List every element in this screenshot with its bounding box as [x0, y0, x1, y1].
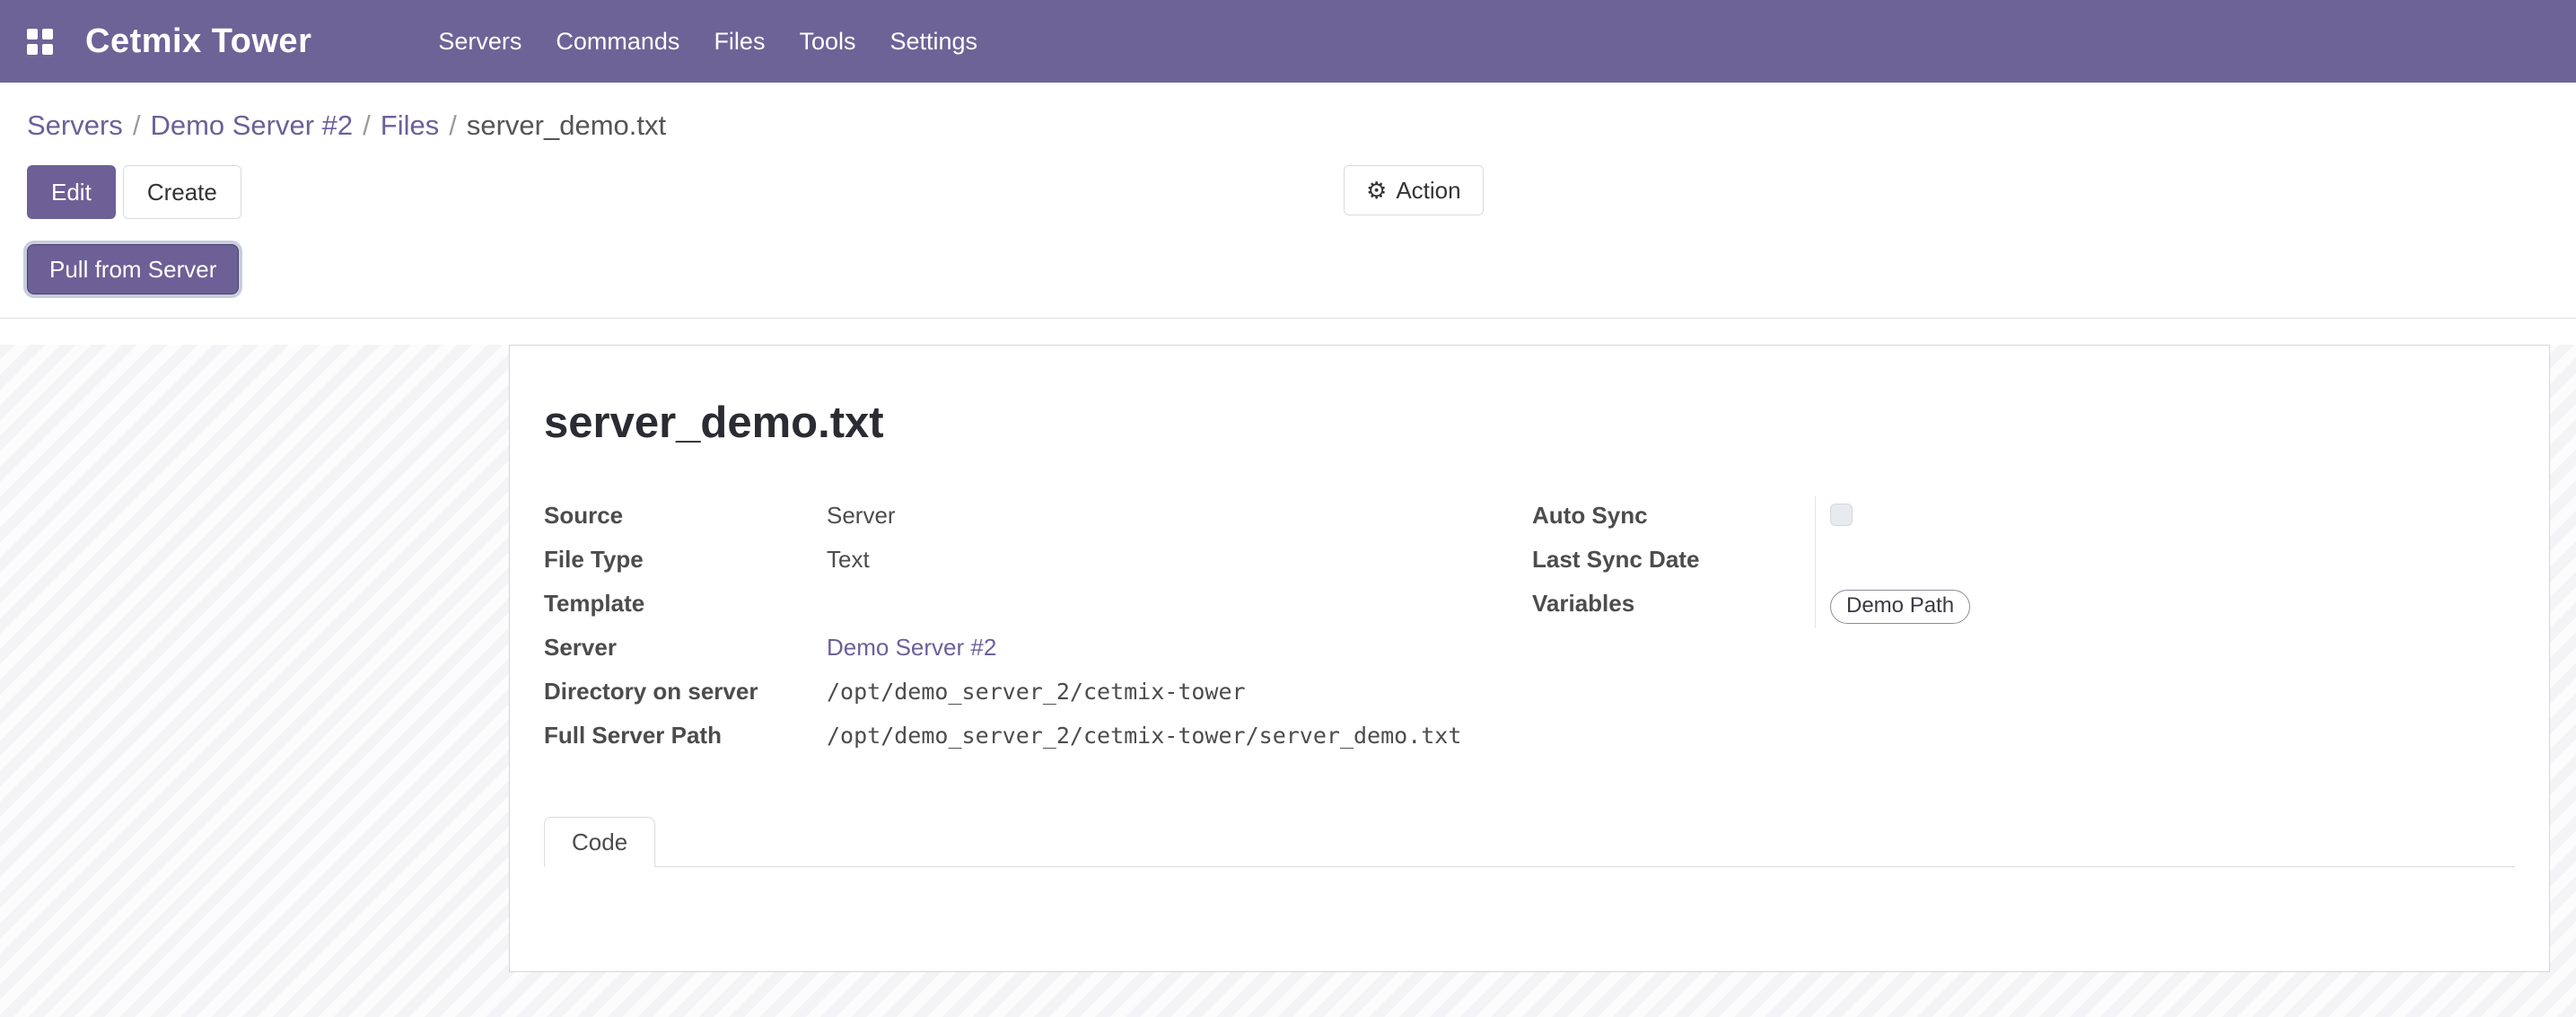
field-label-last-sync-date: Last Sync Date [1532, 540, 1815, 584]
field-row-last-sync-date: Last Sync Date [1532, 540, 2430, 584]
field-row-full-path: Full Server Path /opt/demo_server_2/cetm… [544, 716, 1497, 760]
breadcrumb-current: server_demo.txt [467, 110, 666, 141]
action-button[interactable]: ⚙ Action [1344, 165, 1484, 215]
field-label-template: Template [544, 584, 827, 628]
breadcrumb-separator: / [353, 110, 381, 141]
notebook: Code [544, 816, 2515, 972]
field-group-right: Auto Sync Last Sync Date Variables Demo … [1532, 496, 2430, 628]
notebook-tabs: Code [544, 816, 2515, 867]
field-row-template: Template [544, 584, 1497, 628]
toolbar: Edit Create ⚙ Action [0, 144, 2576, 219]
field-label-file-type: File Type [544, 540, 827, 584]
field-value-source: Server [827, 496, 896, 540]
breadcrumb-separator: / [439, 110, 467, 141]
field-label-auto-sync: Auto Sync [1532, 496, 1815, 540]
menu-settings[interactable]: Settings [872, 21, 994, 63]
menu-files[interactable]: Files [697, 21, 782, 63]
breadcrumb-files[interactable]: Files [381, 110, 439, 141]
breadcrumb-servers[interactable]: Servers [27, 110, 123, 141]
menu-tools[interactable]: Tools [782, 21, 872, 63]
form-background: server_demo.txt Source Server File Type … [0, 345, 2576, 1017]
menu-commands[interactable]: Commands [539, 21, 697, 63]
field-row-variables: Variables Demo Path [1532, 584, 2430, 628]
field-row-directory: Directory on server /opt/demo_server_2/c… [544, 672, 1497, 716]
record-title: server_demo.txt [544, 398, 2515, 448]
action-button-label: Action [1396, 177, 1460, 204]
variable-tag: Demo Path [1830, 590, 1970, 624]
pull-from-server-button[interactable]: Pull from Server [27, 244, 239, 294]
gear-icon: ⚙ [1366, 179, 1387, 202]
form-sheet: server_demo.txt Source Server File Type … [509, 345, 2550, 972]
breadcrumb-demo-server[interactable]: Demo Server #2 [150, 110, 353, 141]
field-value-last-sync-date [1815, 540, 2430, 584]
field-value-auto-sync [1815, 496, 2430, 540]
field-label-directory: Directory on server [544, 672, 827, 716]
main-menu: Servers Commands Files Tools Settings [421, 21, 994, 63]
field-value-full-path: /opt/demo_server_2/cetmix-tower/server_d… [827, 716, 1461, 760]
field-label-variables: Variables [1532, 584, 1815, 628]
server-record-link[interactable]: Demo Server #2 [827, 634, 996, 661]
apps-grid-dot [27, 44, 38, 55]
breadcrumb-separator: / [123, 110, 151, 141]
field-value-directory: /opt/demo_server_2/cetmix-tower [827, 672, 1246, 716]
app-brand[interactable]: Cetmix Tower [85, 22, 311, 61]
tab-code[interactable]: Code [544, 817, 655, 867]
field-label-source: Source [544, 496, 827, 540]
breadcrumb: Servers/Demo Server #2/Files/server_demo… [0, 83, 2576, 144]
field-row-auto-sync: Auto Sync [1532, 496, 2430, 540]
field-group-left: Source Server File Type Text Template Se… [544, 496, 1497, 760]
menu-servers[interactable]: Servers [421, 21, 539, 63]
field-label-server: Server [544, 628, 827, 672]
field-row-source: Source Server [544, 496, 1497, 540]
auto-sync-checkbox [1830, 504, 1853, 526]
field-groups: Source Server File Type Text Template Se… [544, 496, 2515, 760]
field-row-file-type: File Type Text [544, 540, 1497, 584]
apps-grid-dot [42, 44, 53, 55]
top-navbar: Cetmix Tower Servers Commands Files Tool… [0, 0, 2576, 83]
field-value-server: Demo Server #2 [827, 628, 996, 672]
field-row-server: Server Demo Server #2 [544, 628, 1497, 672]
field-value-variables: Demo Path [1815, 584, 2430, 628]
apps-menu-icon[interactable] [27, 29, 53, 55]
field-value-file-type: Text [827, 540, 870, 584]
edit-button[interactable]: Edit [27, 165, 116, 219]
code-tab-content [544, 867, 2515, 972]
field-label-full-path: Full Server Path [544, 716, 827, 760]
control-panel: Servers/Demo Server #2/Files/server_demo… [0, 83, 2576, 319]
apps-grid-dot [42, 29, 53, 39]
object-buttons-row: Pull from Server [0, 219, 2576, 318]
apps-grid-dot [27, 29, 38, 39]
create-button[interactable]: Create [123, 165, 241, 219]
